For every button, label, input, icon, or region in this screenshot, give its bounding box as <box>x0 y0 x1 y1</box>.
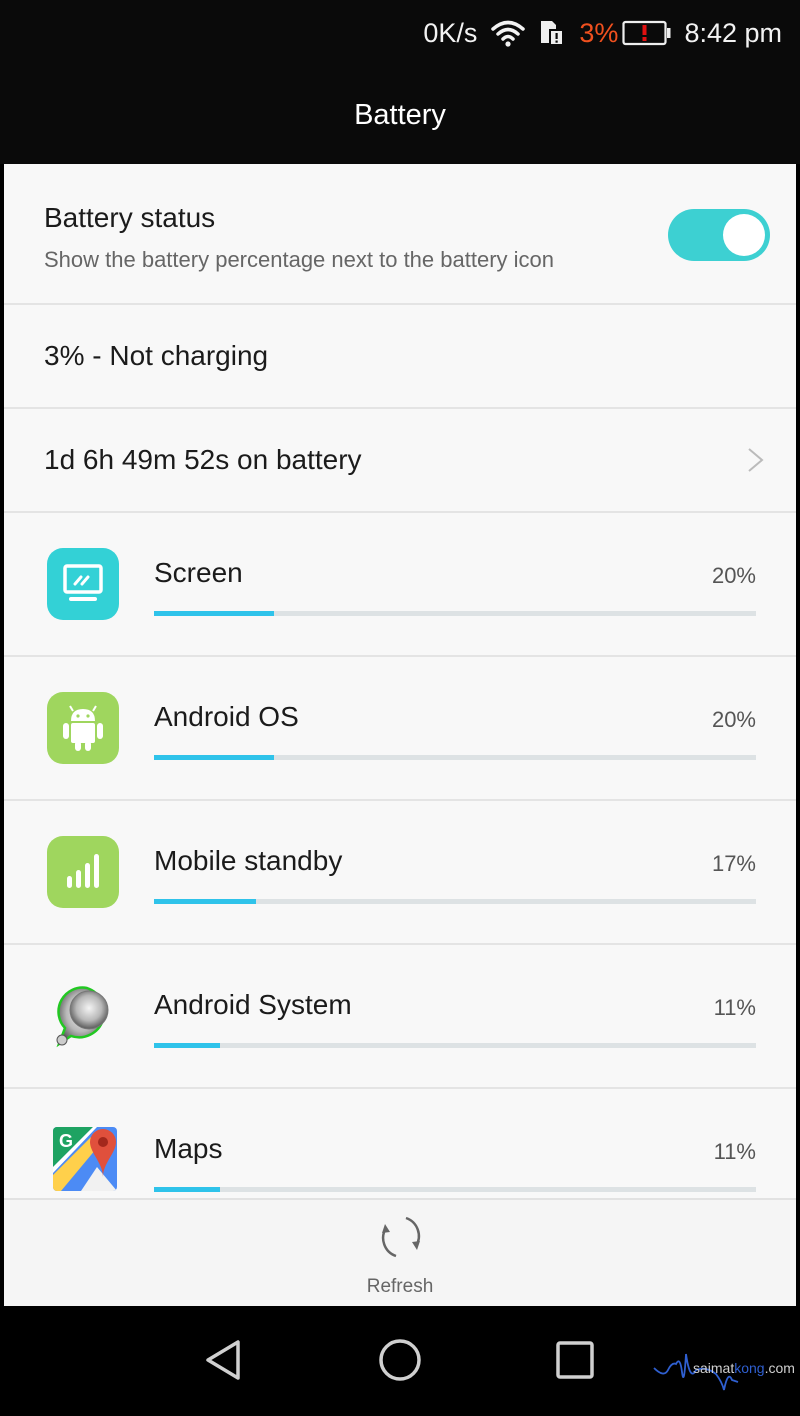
usage-item[interactable]: Mobile standby 17% <box>4 801 796 945</box>
usage-item-percent: 11% <box>713 1139 756 1164</box>
usage-bar-fill <box>154 1187 221 1192</box>
usage-bar <box>154 1187 756 1192</box>
usage-item-name: Maps <box>154 1133 223 1164</box>
footer-toolbar: Refresh <box>4 1198 796 1306</box>
usage-item-percent: 11% <box>713 995 756 1020</box>
home-icon <box>379 1339 421 1381</box>
usage-item-name: Android System <box>154 989 352 1020</box>
usage-bar-fill <box>154 899 257 904</box>
usage-item-percent: 20% <box>711 707 756 732</box>
usage-item-percent: 20% <box>711 563 756 588</box>
usage-item-name: Screen <box>154 557 243 588</box>
usage-item-percent: 17% <box>711 851 756 876</box>
usage-bar <box>154 755 756 760</box>
signal-bars-icon <box>47 836 119 908</box>
watermark-accent: kong <box>734 1360 765 1376</box>
watermark-prefix: saimat <box>693 1360 735 1376</box>
usage-item[interactable]: G Maps 11% <box>4 1089 796 1198</box>
svg-text:G: G <box>59 1131 73 1151</box>
charge-state-row: 3% - Not charging <box>4 305 796 409</box>
watermark-suffix: .com <box>764 1360 795 1376</box>
chevron-right-icon <box>748 448 764 472</box>
back-icon <box>206 1340 240 1380</box>
usage-bar <box>154 611 756 616</box>
refresh-button[interactable]: Refresh <box>350 1208 450 1304</box>
screen-icon <box>47 548 119 620</box>
toggle-knob <box>723 214 765 256</box>
battery-status-title: Battery status <box>44 202 216 233</box>
battery-history-row[interactable]: 1d 6h 49m 52s on battery <box>4 409 796 513</box>
watermark: saimatkong.com <box>650 1350 800 1400</box>
refresh-label: Refresh <box>366 1276 434 1297</box>
usage-item[interactable]: Android OS 20% <box>4 657 796 801</box>
usage-bar <box>154 899 756 904</box>
android-icon <box>47 692 119 764</box>
usage-bar <box>154 1043 756 1048</box>
battery-status-toggle[interactable] <box>668 209 770 261</box>
android-system-icon <box>47 980 119 1052</box>
maps-icon: G <box>53 1127 117 1191</box>
net-speed: 0K/s <box>423 17 478 48</box>
wifi-icon <box>491 19 526 47</box>
home-button[interactable] <box>370 1334 430 1390</box>
watermark-text: saimatkong.com <box>693 1360 795 1376</box>
charge-state: 3% - Not charging <box>44 340 269 371</box>
recents-icon <box>556 1341 594 1379</box>
back-button[interactable] <box>196 1334 256 1390</box>
page-title: Battery <box>354 98 446 131</box>
battery-status-setting[interactable]: Battery status Show the battery percenta… <box>4 164 796 305</box>
usage-item-name: Mobile standby <box>154 845 343 876</box>
battery-percent: 3% <box>579 17 619 48</box>
battery-low-alert-icon <box>622 20 672 46</box>
usage-item[interactable]: Screen 20% <box>4 513 796 657</box>
usage-bar-fill <box>154 755 275 760</box>
usage-bar-fill <box>154 611 275 616</box>
usage-item[interactable]: Android System 11% <box>4 945 796 1089</box>
status-bar: 0K/s 3% 8:42 pm <box>0 0 800 66</box>
refresh-icon <box>381 1216 421 1258</box>
time-on-battery: 1d 6h 49m 52s on battery <box>44 444 362 475</box>
usage-bar-fill <box>154 1043 221 1048</box>
battery-settings-list: Battery status Show the battery percenta… <box>4 164 796 1198</box>
usage-item-name: Android OS <box>154 701 299 732</box>
sim-alert-icon <box>539 19 565 47</box>
recents-button[interactable] <box>546 1334 606 1390</box>
app-bar: Battery <box>0 66 800 164</box>
clock: 8:42 pm <box>684 17 782 48</box>
battery-status-subtitle: Show the battery percentage next to the … <box>44 247 554 272</box>
